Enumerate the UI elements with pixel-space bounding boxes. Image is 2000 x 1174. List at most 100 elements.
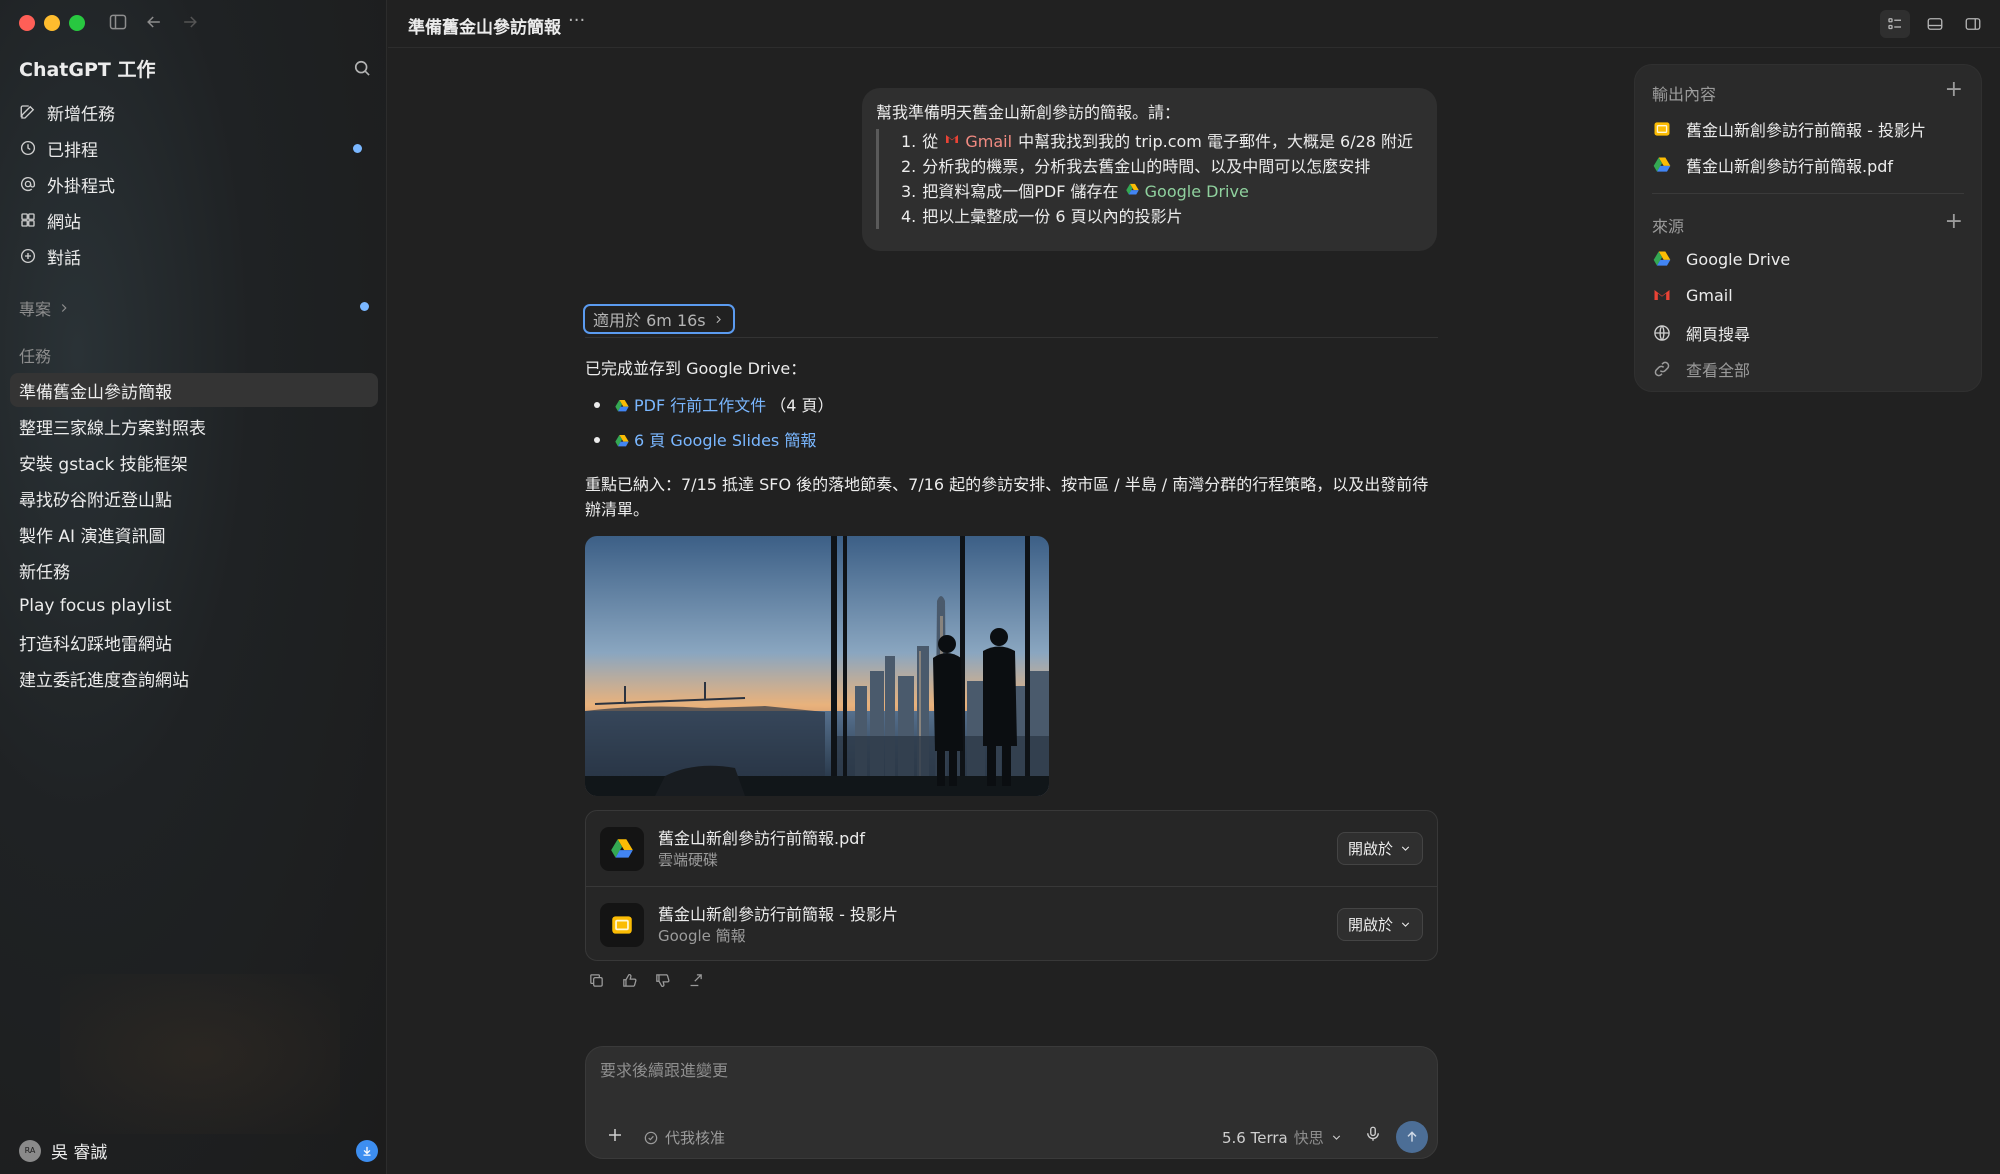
file-name: 舊金山新創參訪行前簡報 - 投影片 bbox=[658, 905, 898, 924]
chat-plus-icon bbox=[20, 248, 36, 264]
source-label: Google Drive bbox=[1686, 249, 1791, 269]
list-view-icon[interactable] bbox=[1880, 10, 1910, 38]
google-drive-icon bbox=[600, 827, 644, 871]
close-window-button[interactable] bbox=[19, 15, 35, 31]
source-label: 網頁搜尋 bbox=[1686, 325, 1751, 344]
list-number: 1. bbox=[901, 132, 917, 151]
share-icon[interactable] bbox=[685, 970, 705, 990]
saved-line: 已完成並存到 Google Drive： bbox=[585, 359, 807, 378]
list-text: 中幫我找到我的 trip.com 電子郵件，大概是 6/28 附近 bbox=[1018, 132, 1414, 151]
gmail-chip[interactable]: Gmail bbox=[944, 129, 1012, 154]
list-number: 2. bbox=[901, 157, 917, 176]
back-arrow-icon[interactable] bbox=[144, 12, 166, 34]
page-title: 準備舊金山參訪簡報 bbox=[408, 18, 561, 38]
grid-icon bbox=[21, 213, 35, 227]
task-item[interactable]: 新任務 bbox=[10, 553, 378, 587]
gmail-icon bbox=[946, 135, 959, 143]
add-output-icon[interactable]: + bbox=[1945, 79, 1963, 101]
task-item-active[interactable]: 準備舊金山參訪簡報 bbox=[10, 373, 378, 407]
slides-link[interactable]: 6 頁 Google Slides 簡報 bbox=[634, 428, 816, 453]
right-panel-icon[interactable] bbox=[1958, 10, 1988, 38]
nav-plugins[interactable]: 外掛程式 bbox=[19, 169, 115, 199]
task-item[interactable]: 製作 AI 演進資訊圖 bbox=[10, 517, 378, 551]
pdf-link-row: PDF 行前工作文件 （4 頁） bbox=[614, 393, 834, 418]
google-slides-icon bbox=[1654, 122, 1670, 136]
chip-label: Gmail bbox=[965, 132, 1013, 151]
gmail-icon bbox=[1654, 290, 1670, 300]
source-item[interactable]: 網頁搜尋 bbox=[1652, 321, 1750, 345]
nav-chats[interactable]: 對話 bbox=[19, 241, 81, 271]
view-all-sources[interactable]: 查看全部 bbox=[1652, 357, 1750, 381]
forward-arrow-icon[interactable] bbox=[180, 12, 202, 34]
projects-label: 專案 bbox=[19, 300, 52, 319]
nav-label: 外掛程式 bbox=[47, 176, 115, 197]
minimize-window-button[interactable] bbox=[44, 15, 60, 31]
sidebar: ChatGPT 工作 新增任務 已排程 外掛程式 網站 對話 專案 任務 準備舊… bbox=[0, 0, 387, 1174]
google-drive-icon bbox=[1125, 183, 1139, 195]
sidebar-title: ChatGPT 工作 bbox=[19, 59, 156, 81]
microphone-icon[interactable] bbox=[1364, 1125, 1382, 1147]
generated-image[interactable] bbox=[585, 536, 1049, 796]
add-source-icon[interactable]: + bbox=[1945, 211, 1963, 233]
task-item[interactable]: 打造科幻踩地雷網站 bbox=[10, 625, 378, 659]
output-label: 舊金山新創參訪行前簡報.pdf bbox=[1686, 157, 1894, 176]
open-in-button[interactable]: 開啟於 bbox=[1336, 832, 1423, 865]
output-item[interactable]: 舊金山新創參訪行前簡報 - 投影片 bbox=[1652, 117, 1926, 141]
projects-section-toggle[interactable]: 專案 bbox=[19, 296, 71, 320]
nav-scheduled[interactable]: 已排程 bbox=[19, 133, 98, 163]
model-selector[interactable]: 5.6 Terra 快思 bbox=[1222, 1127, 1343, 1148]
auto-approve-label: 代我核准 bbox=[665, 1129, 726, 1147]
message-actions bbox=[586, 970, 705, 990]
more-options-icon[interactable]: ··· bbox=[568, 10, 585, 31]
source-item[interactable]: Google Drive bbox=[1652, 249, 1790, 269]
output-item[interactable]: 舊金山新創參訪行前簡報.pdf bbox=[1652, 153, 1893, 177]
chevron-down-icon bbox=[1332, 1135, 1340, 1140]
arrow-up-icon bbox=[1407, 1131, 1417, 1142]
add-attachment-icon[interactable] bbox=[606, 1125, 624, 1150]
copy-icon[interactable] bbox=[586, 970, 606, 990]
terminal-panel-icon[interactable] bbox=[1920, 10, 1950, 38]
summary-line-1: 重點已納入：7/15 抵達 SFO 後的落地節奏、7/16 起的參訪安排、按市區… bbox=[585, 475, 1429, 494]
thumbs-up-icon[interactable] bbox=[619, 970, 639, 990]
source-label: 查看全部 bbox=[1686, 361, 1751, 380]
context-panel: 輸出內容 + 舊金山新創參訪行前簡報 - 投影片 舊金山新創參訪行前簡報.pdf… bbox=[1634, 64, 1982, 392]
bullet bbox=[594, 437, 600, 443]
chevron-right-icon bbox=[716, 315, 721, 323]
list-item: 2. 分析我的機票，分析我去舊金山的時間、以及中間可以怎麼安排 bbox=[901, 154, 1423, 179]
google-drive-chip[interactable]: Google Drive bbox=[1125, 179, 1249, 204]
scheduled-badge-dot bbox=[353, 144, 362, 153]
file-row[interactable]: 舊金山新創參訪行前簡報.pdf 雲端硬碟 開啟於 bbox=[586, 811, 1437, 886]
search-icon[interactable] bbox=[352, 58, 374, 80]
task-item[interactable]: Play focus playlist bbox=[10, 589, 378, 623]
user-name: 吳 睿誠 bbox=[51, 1143, 108, 1163]
pdf-doc-link[interactable]: PDF 行前工作文件 bbox=[634, 393, 766, 418]
model-name: 5.6 Terra bbox=[1222, 1128, 1288, 1147]
user-profile[interactable]: RA 吳 睿誠 bbox=[19, 1138, 107, 1163]
list-text: 分析我的機票，分析我去舊金山的時間、以及中間可以怎麼安排 bbox=[922, 157, 1371, 176]
send-button[interactable] bbox=[1396, 1121, 1428, 1153]
message-input[interactable] bbox=[600, 1061, 1400, 1080]
file-row[interactable]: 舊金山新創參訪行前簡報 - 投影片 Google 簡報 開啟於 bbox=[586, 886, 1437, 961]
task-item[interactable]: 整理三家線上方案對照表 bbox=[10, 409, 378, 443]
chevron-down-icon bbox=[1401, 922, 1410, 927]
list-item: 4. 把以上彙整成一份 6 頁以內的投影片 bbox=[901, 204, 1423, 229]
task-item[interactable]: 尋找矽谷附近登山點 bbox=[10, 481, 378, 515]
download-icon[interactable] bbox=[356, 1140, 378, 1162]
file-name: 舊金山新創參訪行前簡報.pdf bbox=[658, 829, 866, 848]
task-item[interactable]: 安裝 gstack 技能框架 bbox=[10, 445, 378, 479]
thumbs-down-icon[interactable] bbox=[652, 970, 672, 990]
link-icon bbox=[1654, 361, 1670, 377]
file-location: Google 簡報 bbox=[658, 927, 746, 945]
task-item[interactable]: 建立委託進度查詢網站 bbox=[10, 661, 378, 695]
list-text: 把以上彙整成一份 6 頁以內的投影片 bbox=[922, 207, 1183, 226]
open-in-button[interactable]: 開啟於 bbox=[1336, 908, 1423, 941]
zoom-window-button[interactable] bbox=[69, 15, 85, 31]
source-item[interactable]: Gmail bbox=[1652, 285, 1733, 305]
tasks-section-label: 任務 bbox=[19, 347, 52, 366]
worked-duration-toggle[interactable]: 適用於 6m 16s bbox=[583, 304, 735, 334]
nav-new-task[interactable]: 新增任務 bbox=[19, 97, 115, 127]
sidebar-toggle-icon[interactable] bbox=[108, 12, 130, 34]
nav-websites[interactable]: 網站 bbox=[19, 205, 81, 235]
file-location: 雲端硬碟 bbox=[658, 851, 719, 869]
auto-approve-toggle[interactable]: 代我核准 bbox=[643, 1127, 725, 1148]
